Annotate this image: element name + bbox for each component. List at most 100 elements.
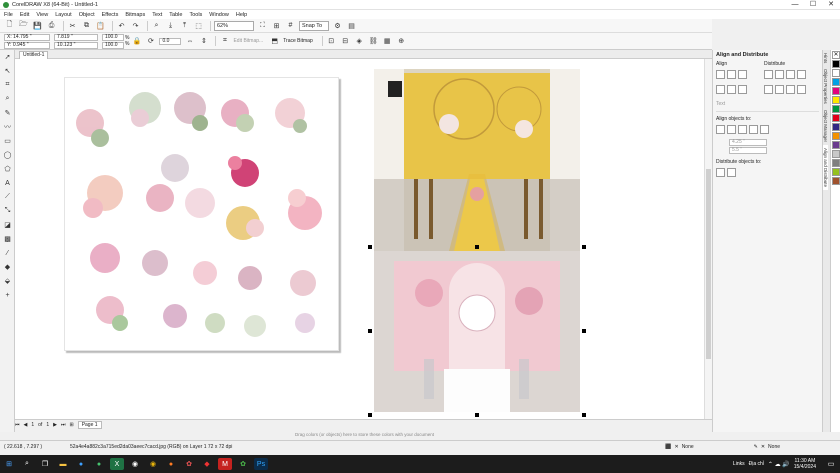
selection-handles[interactable]: [368, 245, 586, 417]
menu-window[interactable]: Window: [209, 12, 229, 18]
artistic-media-icon[interactable]: 〰: [0, 120, 15, 134]
color-swatch[interactable]: [832, 114, 840, 122]
color-swatch[interactable]: [832, 60, 840, 68]
y-position-field[interactable]: Y: 0.945 ": [4, 41, 50, 49]
links-toolbar[interactable]: Links: [733, 461, 745, 467]
align-y-field[interactable]: 5.5 ": [729, 147, 767, 154]
launch-icon[interactable]: ▤: [346, 20, 357, 31]
scale-y-field[interactable]: 100.0: [102, 41, 124, 49]
new-document-icon[interactable]: 🗋: [4, 20, 15, 31]
grid-icon[interactable]: [749, 125, 758, 134]
page-1[interactable]: [64, 77, 339, 351]
search-content-icon[interactable]: ⌕: [151, 20, 162, 31]
edit-bitmap-button[interactable]: Edit Bitmap...: [233, 38, 263, 44]
zoom-tool-icon[interactable]: ⌕: [0, 92, 15, 106]
vertical-scrollbar[interactable]: [704, 59, 712, 419]
tab-object-manager[interactable]: Object Manager: [823, 107, 828, 145]
tab-page-1[interactable]: Page 1: [77, 421, 102, 429]
distribute-bottom-icon[interactable]: [797, 85, 806, 94]
paste-icon[interactable]: 📋: [95, 20, 106, 31]
color-swatch[interactable]: [832, 105, 840, 113]
firefox-icon[interactable]: ●: [164, 458, 178, 470]
search-icon[interactable]: ⌕: [20, 458, 34, 470]
color-swatch[interactable]: [832, 168, 840, 176]
menu-effects[interactable]: Effects: [102, 12, 119, 18]
color-swatch[interactable]: [832, 69, 840, 77]
export-icon[interactable]: ⤒: [179, 20, 190, 31]
notifications-icon[interactable]: ▭: [824, 458, 838, 470]
color-swatch[interactable]: [832, 177, 840, 185]
copy-icon[interactable]: ⧉: [81, 20, 92, 31]
menu-help[interactable]: Help: [236, 12, 247, 18]
distribute-v-spacing-icon[interactable]: [786, 85, 795, 94]
distribute-top-icon[interactable]: [764, 85, 773, 94]
options-gear-icon[interactable]: ⚙: [332, 20, 343, 31]
align-left-icon[interactable]: [716, 70, 725, 79]
floral-elements-image[interactable]: [65, 78, 340, 352]
mirror-horizontal-icon[interactable]: ⇔: [184, 36, 195, 47]
photoshop-icon[interactable]: Ps: [254, 458, 268, 470]
menu-edit[interactable]: Edit: [20, 12, 29, 18]
zalo-icon[interactable]: ●: [74, 458, 88, 470]
last-page-icon[interactable]: ⏭: [61, 422, 66, 428]
full-screen-icon[interactable]: ⛶: [257, 20, 268, 31]
color-swatch[interactable]: [832, 87, 840, 95]
print-icon[interactable]: ⎙: [46, 20, 57, 31]
undo-icon[interactable]: ↶: [116, 20, 127, 31]
rectangle-tool-icon[interactable]: ▭: [0, 134, 15, 148]
scale-x-field[interactable]: 100.0: [102, 33, 124, 41]
distribute-center-icon[interactable]: [775, 70, 784, 79]
menu-text[interactable]: Text: [152, 12, 162, 18]
tray-icons[interactable]: ⌃ ☁ 🔊: [768, 461, 790, 468]
tab-object-properties[interactable]: Object Properties: [823, 66, 828, 107]
windows-start-icon[interactable]: ⊞: [2, 458, 16, 470]
gmail-icon[interactable]: M: [218, 458, 232, 470]
eyedropper-icon[interactable]: ⁄: [0, 246, 15, 260]
import-icon[interactable]: ⤓: [165, 20, 176, 31]
menu-table[interactable]: Table: [169, 12, 182, 18]
ccleaner-icon[interactable]: ◆: [200, 458, 214, 470]
wrap-text-icon[interactable]: ▦: [382, 36, 393, 47]
align-center-h-icon[interactable]: [727, 70, 736, 79]
menu-object[interactable]: Object: [79, 12, 95, 18]
shape-tool-icon[interactable]: ↖: [0, 64, 15, 78]
page-edge-icon[interactable]: [727, 125, 736, 134]
add-page-icon[interactable]: ⊞: [69, 422, 73, 428]
height-field[interactable]: 10.123 ": [54, 41, 98, 49]
tab-hints[interactable]: Hints: [823, 50, 828, 66]
ellipse-tool-icon[interactable]: ◯: [0, 148, 15, 162]
color-swatch[interactable]: [832, 78, 840, 86]
text-tool-icon[interactable]: A: [0, 176, 15, 190]
scroll-thumb[interactable]: [706, 169, 711, 359]
align-right-icon[interactable]: [738, 70, 747, 79]
rulers-icon[interactable]: ⊞: [271, 20, 282, 31]
connector-tool-icon[interactable]: ⤡: [0, 204, 15, 218]
crop-icon[interactable]: ⊟: [340, 36, 351, 47]
tab-untitled-1[interactable]: Untitled-1: [19, 51, 49, 59]
color-swatch[interactable]: [832, 150, 840, 158]
interactive-fill-icon[interactable]: ◆: [0, 260, 15, 274]
align-center-v-icon[interactable]: [727, 85, 736, 94]
app-icon[interactable]: ◉: [128, 458, 142, 470]
prev-page-icon[interactable]: ◀: [24, 422, 28, 428]
drawing-canvas[interactable]: [15, 59, 712, 419]
color-swatch[interactable]: [832, 141, 840, 149]
resample-icon[interactable]: ⊡: [326, 36, 337, 47]
distribute-left-icon[interactable]: [764, 70, 773, 79]
align-x-field[interactable]: 4.25 ": [729, 139, 767, 146]
color-swatch[interactable]: [832, 132, 840, 140]
rotate-icon[interactable]: ⟳: [145, 36, 156, 47]
file-explorer-icon[interactable]: ▬: [56, 458, 70, 470]
chrome-icon[interactable]: ◉: [146, 458, 160, 470]
trace-bitmap-button[interactable]: Trace Bitmap: [283, 38, 313, 44]
distribute-spacing-icon[interactable]: [786, 70, 795, 79]
menu-tools[interactable]: Tools: [189, 12, 202, 18]
coreldraw-taskbar-icon[interactable]: ✿: [236, 458, 250, 470]
menu-file[interactable]: File: [4, 12, 13, 18]
app-green-icon[interactable]: ●: [92, 458, 106, 470]
crop-bitmap-icon[interactable]: ⌗: [219, 36, 230, 47]
transparency-tool-icon[interactable]: ▩: [0, 232, 15, 246]
add-preset-icon[interactable]: ⊕: [396, 36, 407, 47]
minimize-button[interactable]: —: [786, 0, 804, 10]
angle-field[interactable]: 0.0: [159, 37, 182, 45]
